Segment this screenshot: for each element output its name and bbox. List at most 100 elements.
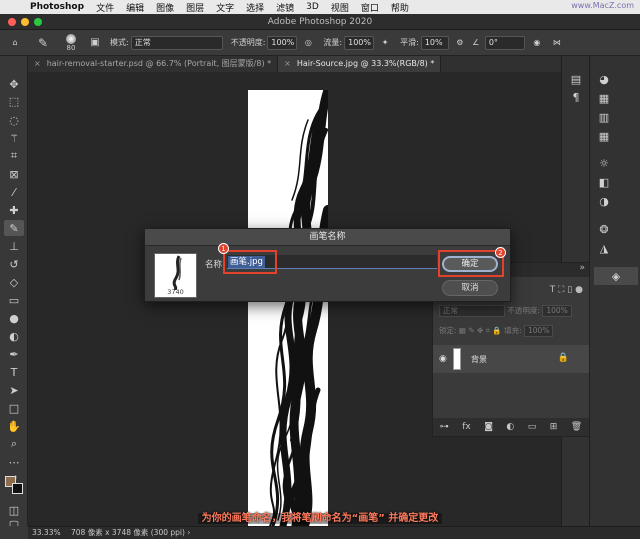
symmetry-icon[interactable]: ⋈ [547,34,567,52]
adjustment-layer-icon[interactable]: ◐ [506,422,514,432]
lasso-tool-icon[interactable]: ◌ [4,112,24,128]
properties-panel-icon[interactable]: ☼ [597,156,611,170]
fill-field[interactable]: 100% [524,325,554,337]
history-panel-icon[interactable]: ▤ [569,72,583,86]
history-brush-icon[interactable]: ↺ [4,256,24,272]
new-group-icon[interactable]: ▭ [528,422,537,432]
angle-icon: ∠ [472,38,480,47]
background-color-swatch[interactable] [12,483,23,494]
dodge-tool-icon[interactable]: ◐ [4,328,24,344]
lock-icons[interactable]: ▦ ✎ ✥ ⌗ 🔒 [459,326,502,335]
flow-field[interactable]: 100% [344,35,375,50]
blur-tool-icon[interactable]: ● [4,310,24,326]
menu-file[interactable]: 文件 [96,1,114,14]
tab-label: hair-removal-starter.psd @ 66.7% (Portra… [46,59,272,68]
tab-hair-source[interactable]: × Hair-Source.jpg @ 33.3%(RGB/8) * [278,56,442,72]
menu-filter[interactable]: 滤镜 [276,1,294,14]
blend-row: 正常 不透明度: 100% [433,305,589,317]
status-arrow-icon[interactable]: › [187,528,190,537]
gradient-tool-icon[interactable]: ▭ [4,292,24,308]
menu-layer[interactable]: 图层 [186,1,204,14]
new-layer-icon[interactable]: ⊞ [550,422,558,432]
zoom-tool-icon[interactable]: ⌕ [4,436,24,452]
panel-dock: ◕ ▦ ▥ ▦ ☼ ◧ ◑ ❂ ◮ ◈ [589,56,640,526]
close-tab-icon[interactable]: × [34,59,41,68]
patterns-panel-icon[interactable]: ▦ [597,129,611,143]
channels-panel-icon[interactable]: ❂ [597,222,611,236]
libraries-panel-icon[interactable]: ◑ [597,194,611,208]
lock-label: 锁定: [439,326,457,335]
document-canvas[interactable] [248,90,328,526]
filter-smartobject-icon[interactable]: ▯ [567,285,572,295]
swatches-panel-icon[interactable]: ▦ [597,91,611,105]
marquee-tool-icon[interactable]: ⬚ [4,93,24,109]
fx-icon[interactable]: fx [462,422,471,432]
filter-shape-icon[interactable]: ⛶ [558,285,564,295]
rectangle-tool-icon[interactable]: □ [4,400,24,416]
name-label: 名称: [205,260,225,270]
brush-settings-icon[interactable]: ▣ [86,34,104,52]
layer-opacity-label: 不透明度: [507,306,540,315]
tab-hair-removal[interactable]: × hair-removal-starter.psd @ 66.7% (Portr… [28,56,279,72]
menu-type[interactable]: 文字 [216,1,234,14]
eraser-tool-icon[interactable]: ◇ [4,274,24,290]
crop-tool-icon[interactable]: ⌗ [4,148,24,164]
type-tool-icon[interactable]: T [4,364,24,380]
blend-mode-select[interactable]: 正常 [439,305,505,317]
angle-field[interactable]: 0° [484,35,525,50]
menu-image[interactable]: 图像 [156,1,174,14]
brush-tool-icon[interactable]: ✎ [4,220,24,236]
cancel-button[interactable]: 取消 [442,280,498,296]
hand-tool-icon[interactable]: ✋ [4,418,24,434]
layer-item-background[interactable]: ◉ 背景 🔒 [433,345,589,373]
more-tools-icon[interactable]: ⋯ [4,454,24,470]
menu-3d[interactable]: 3D [306,2,319,12]
menu-select[interactable]: 选择 [246,1,264,14]
caption-text: 为你的画笔命名，我将笔刷命名为“画笔” 并确定更改 [197,513,443,524]
brush-tool-icon[interactable]: ✎ [30,34,56,52]
panel-collapse-icon[interactable]: » [579,263,585,273]
menu-window[interactable]: 窗口 [361,1,379,14]
delete-layer-icon[interactable]: 🗑 [571,422,582,432]
move-tool-icon[interactable]: ✥ [4,76,24,92]
path-selection-icon[interactable]: ➤ [4,382,24,398]
menu-view[interactable]: 视图 [331,1,349,14]
link-layers-icon[interactable]: ⊶ [440,422,449,432]
brush-preset-picker[interactable]: 80 [56,33,86,52]
visibility-eye-icon[interactable]: ◉ [439,354,447,364]
close-tab-icon[interactable]: × [284,59,291,68]
menu-edit[interactable]: 编辑 [126,1,144,14]
stamp-tool-icon[interactable]: ⊥ [4,238,24,254]
layers-panel-icon[interactable]: ◈ [594,267,638,285]
add-mask-icon[interactable]: ◙ [484,422,493,432]
pressure-opacity-icon[interactable]: ◎ [299,34,317,52]
paragraph-panel-icon[interactable]: ¶ [569,90,583,104]
brush-tip-icon [66,33,76,44]
smoothing-field[interactable]: 10% [420,35,449,50]
layer-opacity-field[interactable]: 100% [542,305,572,317]
airbrush-icon[interactable]: ✦ [376,34,394,52]
healing-brush-icon[interactable]: ✚ [4,202,24,218]
lock-icon[interactable]: 🔒 [558,353,569,363]
gradients-panel-icon[interactable]: ▥ [597,110,611,124]
home-icon[interactable]: ⌂ [0,34,30,52]
brush-preview-image [172,255,182,291]
frame-tool-icon[interactable]: ⊠ [4,166,24,182]
eyedropper-tool-icon[interactable]: ⁄ [4,184,24,200]
pressure-size-icon[interactable]: ◉ [527,34,547,52]
pen-tool-icon[interactable]: ✒ [4,346,24,362]
menu-app-name[interactable]: Photoshop [30,2,84,12]
opacity-field[interactable]: 100% [267,35,298,50]
filter-type-icon[interactable]: T [550,285,556,295]
mode-select[interactable]: 正常 [130,35,223,50]
gear-icon[interactable]: ⚙ [451,34,469,52]
hair-image [269,90,328,526]
window-title: Adobe Photoshop 2020 [267,17,373,27]
filter-toggle-icon[interactable]: ● [575,285,583,295]
magic-wand-icon[interactable]: ⚚ [4,130,24,146]
adjustments-panel-icon[interactable]: ◧ [597,175,611,189]
color-panel-icon[interactable]: ◕ [597,72,611,86]
menu-help[interactable]: 帮助 [391,1,409,14]
zoom-level[interactable]: 33.33% [32,528,61,537]
paths-panel-icon[interactable]: ◮ [597,241,611,255]
